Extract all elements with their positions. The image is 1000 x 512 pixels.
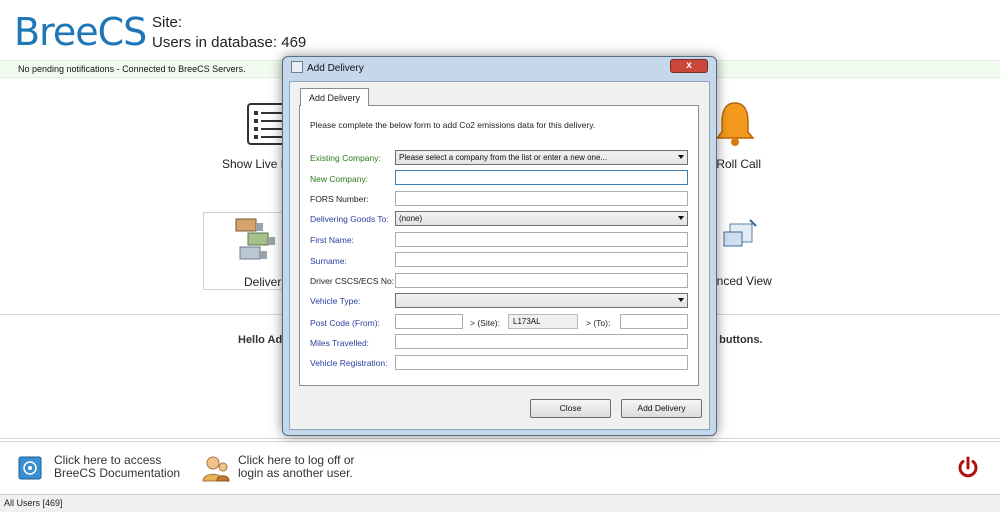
log-off-link[interactable]: Click here to log off or login as anothe… (238, 454, 355, 480)
windows-icon (723, 219, 757, 247)
user-icon (202, 456, 230, 482)
surname-input[interactable] (395, 252, 688, 267)
dialog-title: Add Delivery (307, 63, 364, 74)
documentation-link[interactable]: Click here to access BreeCS Documentatio… (54, 454, 180, 480)
app-logo: BreeCS (14, 10, 147, 54)
existing-company-select[interactable]: Please select a company from the list or… (395, 150, 688, 165)
postcode-from-input[interactable] (395, 314, 463, 329)
chevron-down-icon (678, 216, 684, 220)
tab-add-delivery[interactable]: Add Delivery (300, 88, 370, 106)
documentation-line2: BreeCS Documentation (54, 466, 181, 480)
dialog-app-icon (291, 61, 303, 73)
chevron-down-icon (678, 155, 684, 159)
power-icon[interactable] (956, 456, 980, 480)
section-divider (0, 438, 1000, 439)
documentation-icon (18, 456, 42, 480)
postcode-from-label: Post Code (From): (310, 318, 380, 328)
chevron-down-icon (678, 298, 684, 302)
new-company-label: New Company: (310, 174, 369, 184)
dialog-title-bar: Add Delivery (291, 61, 364, 77)
delivering-goods-value: (none) (399, 214, 423, 223)
deliveries-tile[interactable]: Deliverie (203, 212, 291, 290)
add-delivery-button[interactable]: Add Delivery (621, 399, 702, 418)
postcode-to-input[interactable] (620, 314, 688, 329)
vehicle-type-select[interactable] (395, 293, 688, 308)
site-postcode-field: L173AL (508, 314, 578, 329)
site-postcode-label: > (Site): (470, 318, 500, 328)
vehicle-type-label: Vehicle Type: (310, 296, 361, 306)
bottom-bar: Click here to access BreeCS Documentatio… (0, 441, 1000, 493)
vehicle-registration-input[interactable] (395, 355, 688, 370)
hello-text-right: e buttons. (710, 334, 763, 346)
fors-number-label: FORS Number: (310, 194, 369, 204)
close-button[interactable]: Close (530, 399, 611, 418)
bell-icon (715, 102, 755, 146)
new-company-input[interactable] (395, 170, 688, 185)
log-off-line2: login as another user. (238, 466, 353, 480)
driver-cscs-label: Driver CSCS/ECS No: (310, 276, 395, 286)
users-count: Users in database: 469 (152, 34, 307, 51)
dialog-intro-text: Please complete the below form to add Co… (310, 120, 596, 130)
existing-company-label: Existing Company: (310, 153, 381, 163)
delivering-goods-select[interactable]: (none) (395, 211, 688, 226)
existing-company-value: Please select a company from the list or… (399, 153, 608, 162)
miles-travelled-label: Miles Travelled: (310, 338, 370, 348)
surname-label: Surname: (310, 256, 347, 266)
close-icon[interactable]: x (670, 59, 708, 73)
site-info: Site: Users in database: 469 (152, 13, 306, 53)
fors-number-input[interactable] (395, 191, 688, 206)
status-bar: All Users [469] (0, 494, 1000, 512)
miles-travelled-input[interactable] (395, 334, 688, 349)
advanced-view-label: anced View (710, 274, 772, 288)
first-name-label: First Name: (310, 235, 354, 245)
vehicle-registration-label: Vehicle Registration: (310, 358, 388, 368)
site-label: Site: (152, 14, 183, 31)
to-postcode-label: > (To): (586, 318, 611, 328)
first-name-input[interactable] (395, 232, 688, 247)
advanced-view-tile[interactable]: anced View (710, 212, 790, 290)
driver-cscs-input[interactable] (395, 273, 688, 288)
delivering-goods-label: Delivering Goods To: (310, 214, 389, 224)
trucks-icon (235, 218, 275, 260)
